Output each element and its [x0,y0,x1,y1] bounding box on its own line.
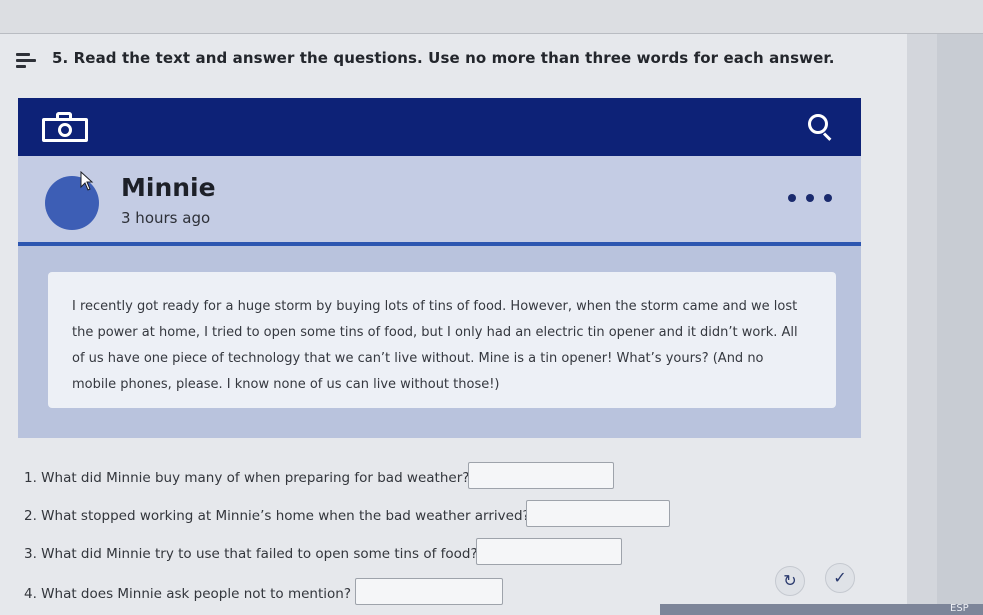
question-3: 3. What did Minnie try to use that faile… [24,538,624,568]
bottom-taskbar [660,604,983,615]
retry-icon: ↻ [783,571,797,590]
scroll-track[interactable] [937,34,983,615]
post-body-line: the power at home, I tried to open some … [72,325,798,340]
check-icon: ✓ [833,568,847,587]
mouse-cursor-icon [80,171,94,191]
more-dots-icon[interactable] [786,192,834,204]
language-indicator[interactable]: ESP [950,603,969,614]
camera-icon[interactable] [42,112,88,142]
social-post-card: Minnie 3 hours ago I recently got ready … [18,98,861,438]
post-header-bar [18,98,861,156]
question-text: 2. What stopped working at Minnie’s home… [24,508,530,524]
answer-input-2[interactable] [526,500,670,527]
question-text: 4. What does Minnie ask people not to me… [24,586,351,602]
post-body-line: of us have one piece of technology that … [72,351,764,366]
question-1: 1. What did Minnie buy many of when prep… [24,462,624,492]
top-bar [0,0,983,34]
post-author-row: Minnie 3 hours ago [18,156,861,242]
post-timestamp: 3 hours ago [121,209,211,227]
search-icon[interactable] [808,114,834,141]
instruction-row: 5. Read the text and answer the question… [0,40,907,80]
question-text: 3. What did Minnie try to use that faile… [24,546,478,562]
post-body-line: mobile phones, please. I know none of us… [72,377,500,392]
check-button[interactable]: ✓ [825,563,855,593]
right-side-panel [907,34,983,615]
list-icon [16,53,36,69]
post-divider [18,242,861,246]
answer-input-3[interactable] [476,538,622,565]
question-2: 2. What stopped working at Minnie’s home… [24,500,674,530]
question-4: 4. What does Minnie ask people not to me… [24,578,504,608]
author-name: Minnie [121,173,216,202]
answer-input-1[interactable] [468,462,614,489]
question-text: 1. What did Minnie buy many of when prep… [24,470,470,486]
instruction-text: 5. Read the text and answer the question… [52,49,835,67]
retry-button[interactable]: ↻ [775,566,805,596]
question-list: 1. What did Minnie buy many of when prep… [0,450,907,615]
post-text-bubble: I recently got ready for a huge storm by… [48,272,836,408]
answer-input-4[interactable] [355,578,503,605]
post-body-line: I recently got ready for a huge storm by… [72,299,798,314]
post-body: I recently got ready for a huge storm by… [72,294,812,398]
